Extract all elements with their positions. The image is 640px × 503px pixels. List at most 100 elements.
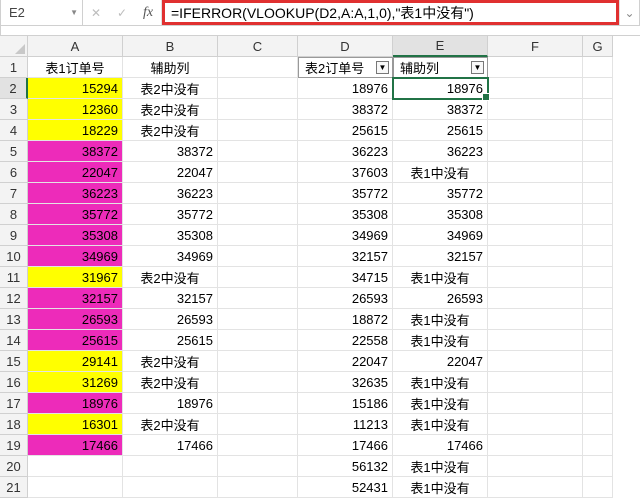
cell-G16[interactable]	[583, 372, 613, 393]
row-head-16[interactable]: 16	[0, 372, 28, 393]
cell-A5[interactable]: 38372	[28, 141, 123, 162]
cell-A20[interactable]	[28, 456, 123, 477]
cell-B7[interactable]: 36223	[123, 183, 218, 204]
cell-F7[interactable]	[488, 183, 583, 204]
cell-F9[interactable]	[488, 225, 583, 246]
col-head-D[interactable]: D	[298, 36, 393, 57]
cell-A11[interactable]: 31967	[28, 267, 123, 288]
cell-C11[interactable]	[218, 267, 298, 288]
cell-A13[interactable]: 26593	[28, 309, 123, 330]
row-head-15[interactable]: 15	[0, 351, 28, 372]
cell-B8[interactable]: 35772	[123, 204, 218, 225]
cell-D17[interactable]: 15186	[298, 393, 393, 414]
cell-A17[interactable]: 18976	[28, 393, 123, 414]
cell-A7[interactable]: 36223	[28, 183, 123, 204]
cell-F15[interactable]	[488, 351, 583, 372]
row-head-11[interactable]: 11	[0, 267, 28, 288]
row-head-3[interactable]: 3	[0, 99, 28, 120]
row-head-17[interactable]: 17	[0, 393, 28, 414]
cell-G13[interactable]	[583, 309, 613, 330]
cell-G2[interactable]	[583, 78, 613, 99]
cell-G7[interactable]	[583, 183, 613, 204]
filter-dropdown-icon[interactable]: ▼	[471, 61, 484, 74]
cell-E14[interactable]: 表1中没有	[393, 330, 488, 351]
cell-E11[interactable]: 表1中没有	[393, 267, 488, 288]
cell-C16[interactable]	[218, 372, 298, 393]
formula-input[interactable]: =IFERROR(VLOOKUP(D2,A:A,1,0),"表1中没有")	[162, 0, 619, 25]
cell-C13[interactable]	[218, 309, 298, 330]
cell-G5[interactable]	[583, 141, 613, 162]
cell-D2[interactable]: 18976	[298, 78, 393, 99]
cell-A4[interactable]: 18229	[28, 120, 123, 141]
cell-B3[interactable]: 表2中没有	[123, 99, 218, 120]
cell-F12[interactable]	[488, 288, 583, 309]
cell-D9[interactable]: 34969	[298, 225, 393, 246]
row-head-1[interactable]: 1	[0, 57, 28, 78]
cell-E3[interactable]: 38372	[393, 99, 488, 120]
cell-C3[interactable]	[218, 99, 298, 120]
col-head-A[interactable]: A	[28, 36, 123, 57]
cell-D20[interactable]: 56132	[298, 456, 393, 477]
cell-D19[interactable]: 17466	[298, 435, 393, 456]
cell-E8[interactable]: 35308	[393, 204, 488, 225]
cell-E16[interactable]: 表1中没有	[393, 372, 488, 393]
select-all-corner[interactable]	[0, 36, 28, 57]
cell-E17[interactable]: 表1中没有	[393, 393, 488, 414]
cell-D18[interactable]: 11213	[298, 414, 393, 435]
cell-F20[interactable]	[488, 456, 583, 477]
row-head-4[interactable]: 4	[0, 120, 28, 141]
cell-E12[interactable]: 26593	[393, 288, 488, 309]
cell-C18[interactable]	[218, 414, 298, 435]
cell-B6[interactable]: 22047	[123, 162, 218, 183]
cell-A10[interactable]: 34969	[28, 246, 123, 267]
cell-B15[interactable]: 表2中没有	[123, 351, 218, 372]
cell-G14[interactable]	[583, 330, 613, 351]
cell-E15[interactable]: 22047	[393, 351, 488, 372]
cell-A15[interactable]: 29141	[28, 351, 123, 372]
cell-F13[interactable]	[488, 309, 583, 330]
cell-A12[interactable]: 32157	[28, 288, 123, 309]
col-head-B[interactable]: B	[123, 36, 218, 57]
cell-E13[interactable]: 表1中没有	[393, 309, 488, 330]
filter-dropdown-icon[interactable]: ▼	[376, 61, 389, 74]
cell-B2[interactable]: 表2中没有	[123, 78, 218, 99]
cell-B12[interactable]: 32157	[123, 288, 218, 309]
cell-F8[interactable]	[488, 204, 583, 225]
cell-A21[interactable]	[28, 477, 123, 498]
cell-C15[interactable]	[218, 351, 298, 372]
cell-G15[interactable]	[583, 351, 613, 372]
cell-A19[interactable]: 17466	[28, 435, 123, 456]
cell-C7[interactable]	[218, 183, 298, 204]
cell-G20[interactable]	[583, 456, 613, 477]
cell-D16[interactable]: 32635	[298, 372, 393, 393]
row-head-13[interactable]: 13	[0, 309, 28, 330]
cell-D7[interactable]: 35772	[298, 183, 393, 204]
cell-F16[interactable]	[488, 372, 583, 393]
header-cell-D[interactable]: 表2订单号▼	[298, 57, 393, 78]
header-cell-A[interactable]: 表1订单号	[28, 57, 123, 78]
cell-C6[interactable]	[218, 162, 298, 183]
row-head-6[interactable]: 6	[0, 162, 28, 183]
cell-D10[interactable]: 32157	[298, 246, 393, 267]
cell-C4[interactable]	[218, 120, 298, 141]
cell-D13[interactable]: 18872	[298, 309, 393, 330]
col-head-C[interactable]: C	[218, 36, 298, 57]
col-head-F[interactable]: F	[488, 36, 583, 57]
cell-G3[interactable]	[583, 99, 613, 120]
cell-E9[interactable]: 34969	[393, 225, 488, 246]
cell-C14[interactable]	[218, 330, 298, 351]
row-head-21[interactable]: 21	[0, 477, 28, 498]
spreadsheet-grid[interactable]: ABCDEFG1表1订单号辅助列表2订单号▼辅助列▼215294表2中没有189…	[0, 36, 640, 498]
col-head-E[interactable]: E	[393, 36, 488, 57]
cell-E6[interactable]: 表1中没有	[393, 162, 488, 183]
cancel-icon[interactable]: ✕	[83, 0, 109, 25]
cell-C20[interactable]	[218, 456, 298, 477]
cell-F5[interactable]	[488, 141, 583, 162]
col-head-G[interactable]: G	[583, 36, 613, 57]
cell-B21[interactable]	[123, 477, 218, 498]
cell-E21[interactable]: 表1中没有	[393, 477, 488, 498]
cell-E20[interactable]: 表1中没有	[393, 456, 488, 477]
cell-B20[interactable]	[123, 456, 218, 477]
cell-C21[interactable]	[218, 477, 298, 498]
confirm-icon[interactable]: ✓	[109, 0, 135, 25]
